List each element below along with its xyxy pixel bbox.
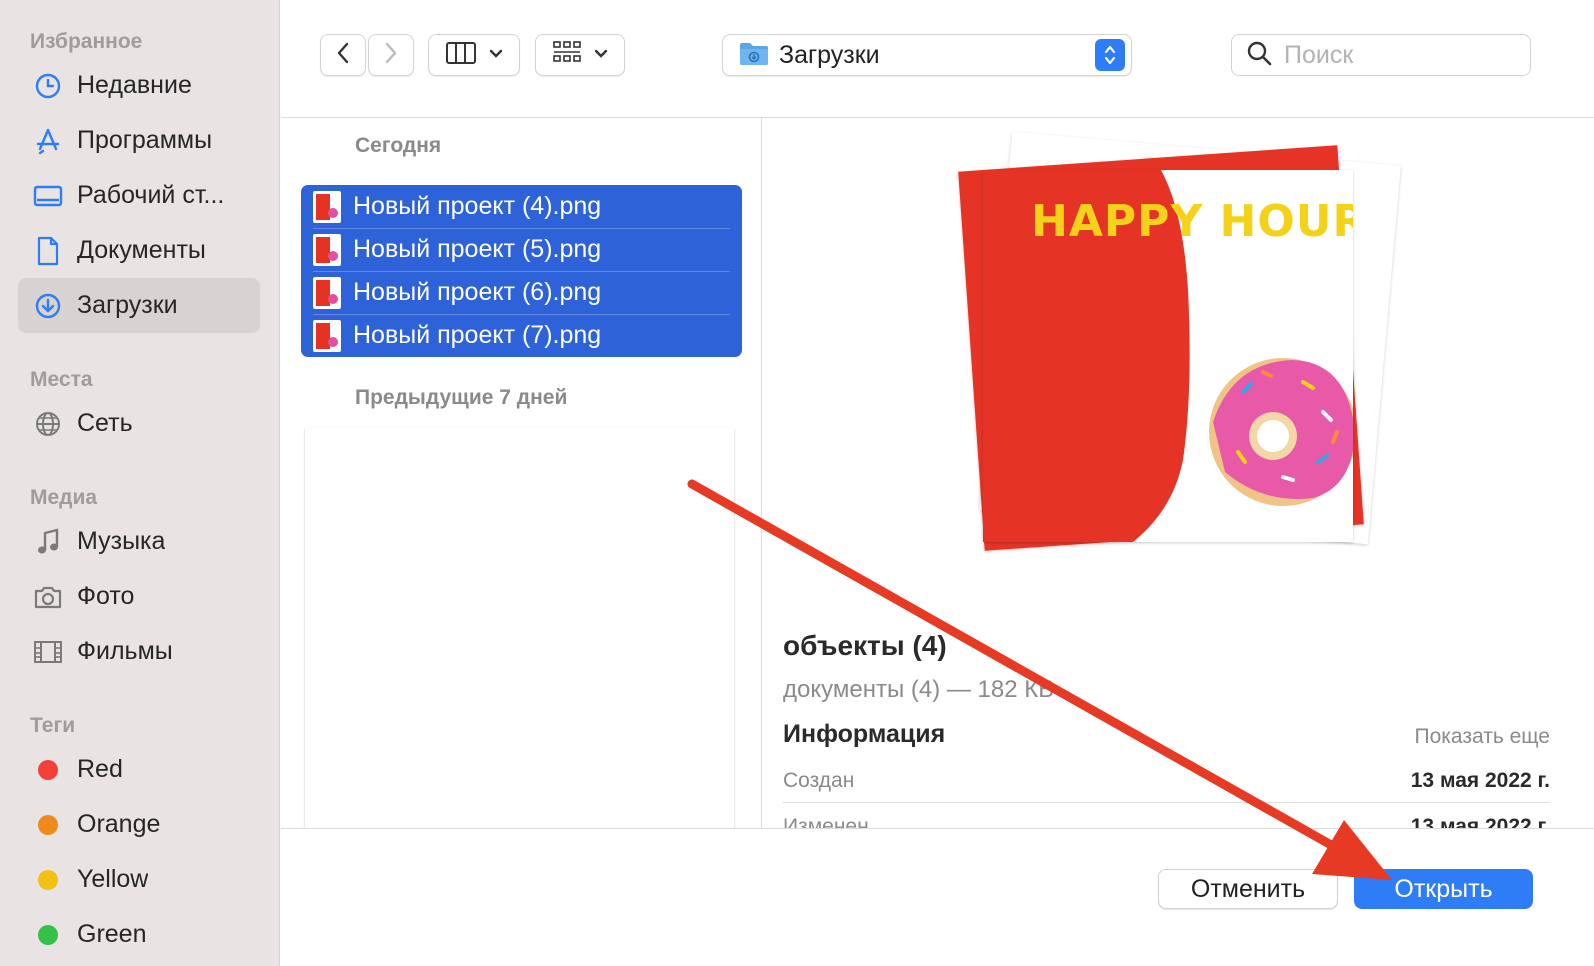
view-columns-button[interactable] <box>428 34 520 76</box>
sidebar-item-label: Green <box>77 920 147 948</box>
show-more-link[interactable]: Показать еще <box>1414 725 1550 749</box>
sidebar-item-label: Фильмы <box>77 637 173 665</box>
chevron-right-icon <box>384 42 398 69</box>
updown-chevron-icon <box>1095 39 1125 71</box>
file-list: Сегодня Новый проект (4).png Новый проек… <box>281 118 762 830</box>
sidebar-item-music[interactable]: Музыка <box>18 514 260 569</box>
tag-dot-icon <box>32 919 64 951</box>
music-icon <box>32 526 64 558</box>
chevron-down-icon <box>594 46 608 64</box>
globe-icon <box>32 408 64 440</box>
sidebar-section-places: Места <box>30 368 93 391</box>
image-file-icon <box>313 276 341 309</box>
info-divider <box>783 802 1550 803</box>
preview-subtitle: документы (4) — 182 КБ <box>783 676 1054 703</box>
tag-dot-icon <box>32 809 64 841</box>
back-button[interactable] <box>320 34 366 76</box>
image-file-icon <box>313 233 341 266</box>
sidebar-section-media: Медиа <box>30 486 98 509</box>
image-file-icon <box>313 190 341 223</box>
location-popup[interactable]: Загрузки <box>722 34 1132 76</box>
sidebar: Избранное Недавние Программы Рабочий ст.… <box>0 0 280 966</box>
sidebar-tag-orange[interactable]: Orange <box>18 797 260 852</box>
sidebar-section-tags: Теги <box>30 714 76 737</box>
sidebar-item-label: Фото <box>77 582 135 610</box>
info-heading: Информация <box>783 720 946 748</box>
tag-dot-icon <box>32 864 64 896</box>
sidebar-item-downloads[interactable]: Загрузки <box>18 278 260 333</box>
file-row[interactable]: Новый проект (7).png <box>313 314 730 357</box>
modified-value: 13 мая 2022 г. <box>1410 815 1550 828</box>
location-label: Загрузки <box>779 40 880 69</box>
clock-icon <box>32 70 64 102</box>
open-button[interactable]: Открыть <box>1354 869 1533 909</box>
sidebar-item-applications[interactable]: Программы <box>18 113 260 168</box>
selected-files: Новый проект (4).png Новый проект (5).pn… <box>301 185 742 357</box>
film-icon <box>32 636 64 668</box>
file-row[interactable]: Новый проект (5).png <box>313 228 730 271</box>
sidebar-item-label: Рабочий ст... <box>77 181 225 209</box>
preview-title: объекты (4) <box>783 630 947 661</box>
grid-icon <box>552 40 582 71</box>
apps-icon <box>32 125 64 157</box>
folder-icon <box>739 40 769 71</box>
search-field[interactable]: Поиск <box>1231 34 1531 76</box>
created-value: 13 мая 2022 г. <box>1410 769 1550 792</box>
columns-icon <box>445 41 477 70</box>
sidebar-item-label: Программы <box>77 126 213 154</box>
chevron-down-icon <box>489 46 503 64</box>
file-row[interactable]: Новый проект (4).png <box>313 185 730 228</box>
sidebar-tag-green[interactable]: Green <box>18 907 260 962</box>
forward-button[interactable] <box>368 34 414 76</box>
preview-pane: HAPPY HOURS! объекты (4) документы (4) —… <box>763 118 1594 828</box>
desktop-icon <box>32 180 64 212</box>
camera-icon <box>32 581 64 613</box>
group-header-previous-7-days: Предыдущие 7 дней <box>355 386 568 409</box>
search-placeholder: Поиск <box>1284 40 1354 69</box>
sidebar-item-label: Загрузки <box>77 291 178 319</box>
sidebar-item-label: Yellow <box>77 865 149 893</box>
sidebar-item-label: Сеть <box>77 409 133 437</box>
drag-preview-page <box>305 428 734 830</box>
sidebar-item-label: Недавние <box>77 71 192 99</box>
tag-dot-icon <box>32 754 64 786</box>
sidebar-item-label: Музыка <box>77 527 166 555</box>
group-by-button[interactable] <box>535 34 625 76</box>
sidebar-item-desktop[interactable]: Рабочий ст... <box>18 168 260 223</box>
search-icon <box>1246 40 1272 71</box>
created-label: Создан <box>783 769 855 792</box>
file-row[interactable]: Новый проект (6).png <box>313 271 730 314</box>
open-file-dialog: Избранное Недавние Программы Рабочий ст.… <box>0 0 1594 966</box>
cancel-button[interactable]: Отменить <box>1158 869 1338 909</box>
bottom-bar: Отменить Открыть <box>281 828 1594 966</box>
toolbar: Загрузки Поиск <box>281 0 1594 118</box>
file-name: Новый проект (5).png <box>353 235 602 263</box>
sidebar-item-label: Red <box>77 755 123 783</box>
file-name: Новый проект (6).png <box>353 278 602 306</box>
sidebar-item-label: Orange <box>77 810 161 838</box>
document-icon <box>32 235 64 267</box>
modified-label: Изменен <box>783 815 869 828</box>
download-icon <box>32 290 64 322</box>
file-name: Новый проект (7).png <box>353 321 602 349</box>
sidebar-item-label: Документы <box>77 236 206 264</box>
sidebar-section-favorites: Избранное <box>30 30 143 53</box>
preview-image-text: HAPPY HOURS! <box>1031 196 1353 247</box>
sidebar-tag-red[interactable]: Red <box>18 742 260 797</box>
sidebar-item-recents[interactable]: Недавние <box>18 58 260 113</box>
sidebar-item-documents[interactable]: Документы <box>18 223 260 278</box>
file-name: Новый проект (4).png <box>353 192 602 220</box>
sidebar-item-network[interactable]: Сеть <box>18 396 260 451</box>
image-file-icon <box>313 319 341 352</box>
group-header-today: Сегодня <box>355 134 442 157</box>
preview-image: HAPPY HOURS! <box>983 170 1353 542</box>
chevron-left-icon <box>336 42 350 69</box>
sidebar-item-photos[interactable]: Фото <box>18 569 260 624</box>
sidebar-tag-yellow[interactable]: Yellow <box>18 852 260 907</box>
sidebar-item-movies[interactable]: Фильмы <box>18 624 260 679</box>
